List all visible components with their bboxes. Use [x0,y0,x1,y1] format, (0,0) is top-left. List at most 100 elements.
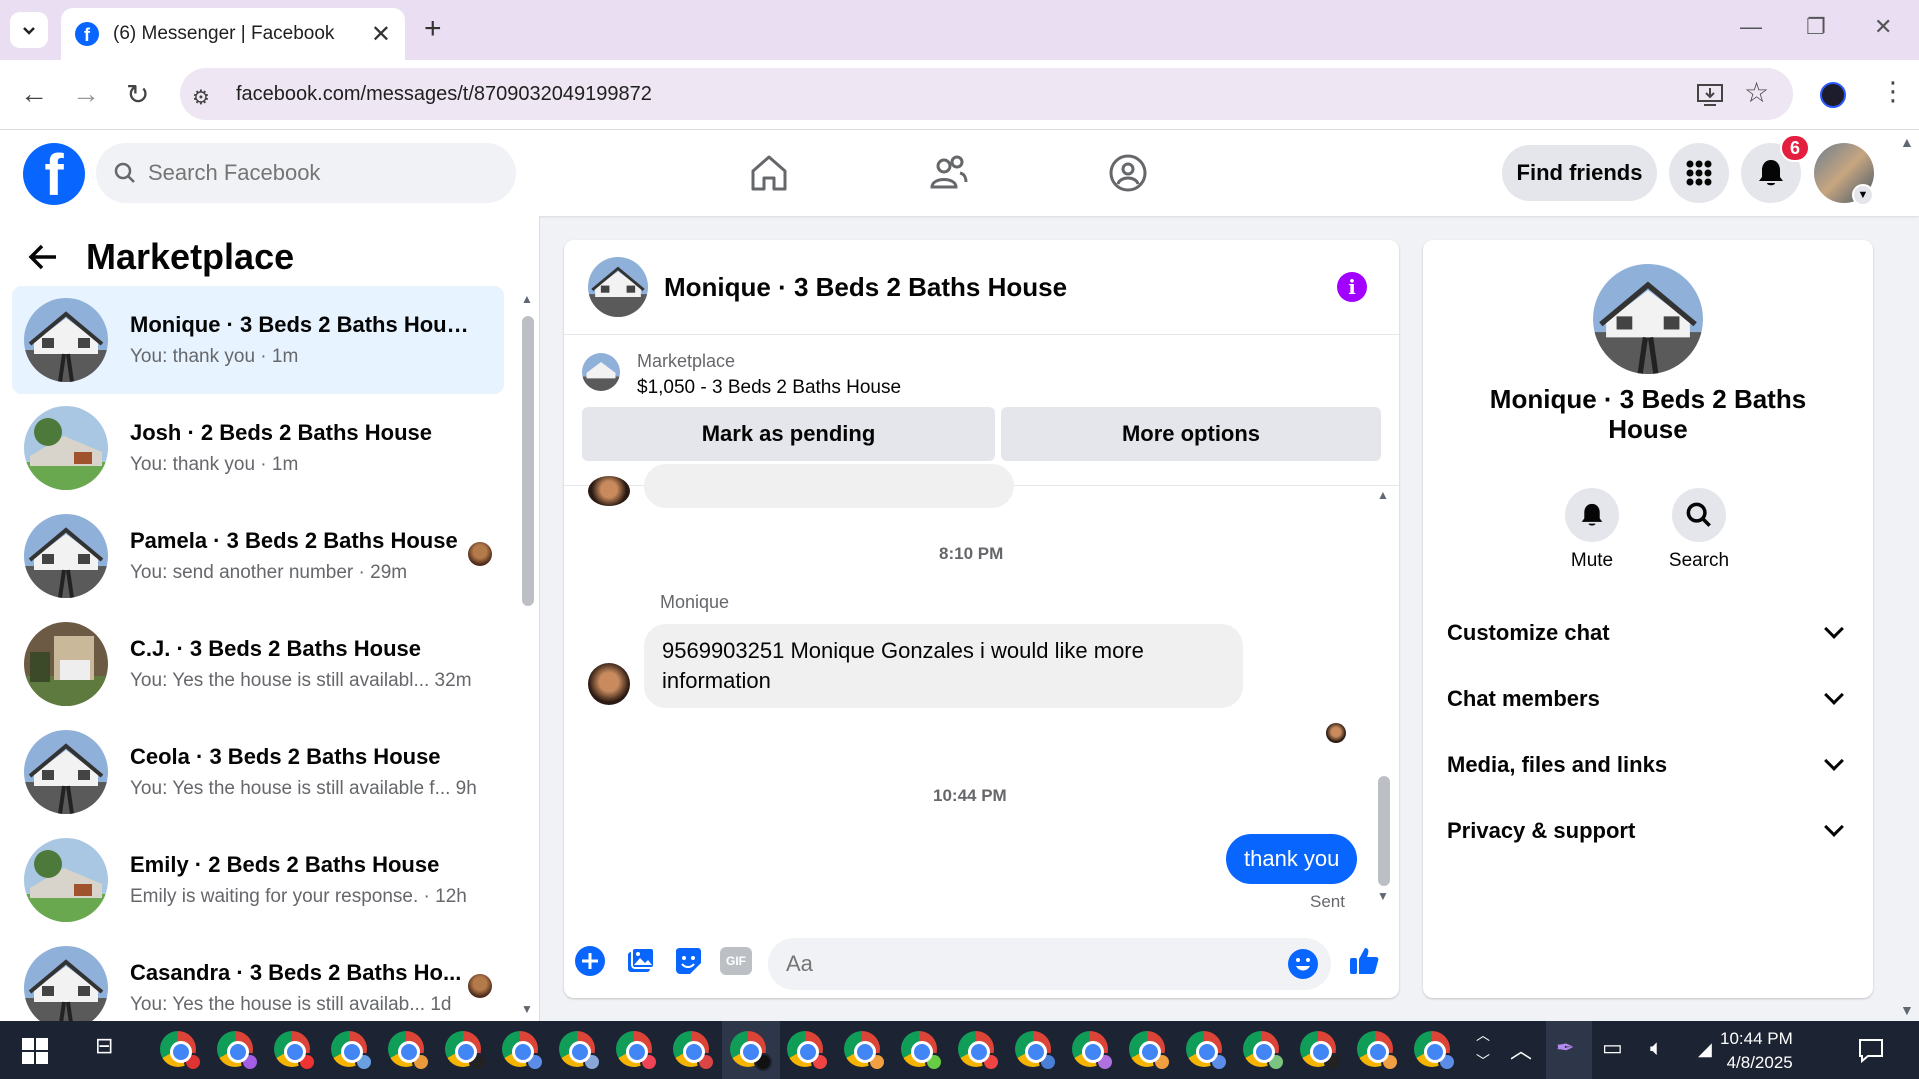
chrome-taskbar-app[interactable] [274,1031,316,1071]
chrome-taskbar-app[interactable] [1186,1031,1228,1071]
message-input-box[interactable] [768,938,1331,990]
facebook-search-box[interactable] [96,143,516,203]
chrome-taskbar-app[interactable] [958,1031,1000,1071]
browser-tab[interactable]: f (6) Messenger | Facebook ✕ [61,8,405,60]
address-bar[interactable]: facebook.com/messages/t/8709032049199872 [180,68,1793,120]
chrome-taskbar-app-active[interactable] [730,1031,772,1071]
chrome-taskbar-app[interactable] [616,1031,658,1071]
conversation-item[interactable]: Josh · 2 Beds 2 Baths House You: thank y… [12,394,504,502]
photo-icon[interactable] [624,945,656,977]
bookmark-star-icon[interactable]: ☆ [1744,76,1769,109]
outgoing-message-bubble[interactable]: thank you [1226,834,1358,884]
media-files-links-row[interactable]: Media, files and links [1447,740,1849,790]
conversation-item[interactable]: Ceola · 3 Beds 2 Baths House You: Yes th… [12,718,504,826]
page-scroll-down-icon[interactable]: ▼ [1900,1002,1914,1018]
chat-title[interactable]: Monique · 3 Beds 2 Baths House [664,272,1067,303]
scroll-up-arrow-icon[interactable]: ▲ [1377,488,1389,502]
show-hidden-icons-chevron-icon[interactable]: ︿ [1510,1033,1532,1065]
sticker-icon[interactable] [672,945,704,977]
friends-icon[interactable] [927,152,969,194]
scroll-up-arrow-icon[interactable]: ▲ [521,292,533,306]
conversation-item[interactable]: Monique · 3 Beds 2 Baths House You: than… [12,286,504,394]
tab-search-button[interactable] [10,12,48,48]
install-app-icon[interactable] [1696,82,1724,108]
mute-button[interactable]: Mute [1547,488,1637,572]
chat-scrollbar[interactable] [1378,776,1390,886]
listing-title[interactable]: $1,050 - 3 Beds 2 Baths House [637,377,901,399]
chat-avatar[interactable] [588,257,648,317]
chrome-taskbar-app[interactable] [1300,1031,1342,1071]
chrome-taskbar-app[interactable] [787,1031,829,1071]
sidebar-scrollbar[interactable] [522,316,534,606]
chrome-taskbar-app[interactable] [1357,1031,1399,1071]
forward-arrow-icon[interactable]: → [72,78,100,110]
reload-icon[interactable]: ↻ [126,78,149,111]
notification-center-icon[interactable] [1858,1037,1884,1063]
search-in-conversation-button[interactable]: Search [1654,488,1744,572]
menu-grid-button[interactable] [1669,143,1729,203]
info-icon[interactable]: i [1337,272,1367,302]
facebook-logo-icon[interactable]: f [23,143,85,205]
account-caret-icon[interactable]: ▼ [1852,184,1874,206]
taskbar-scroll-down-icon[interactable]: ﹀ [1476,1051,1490,1071]
site-info-icon[interactable]: ⚙ [192,85,210,110]
chrome-taskbar-app[interactable] [559,1031,601,1071]
close-window-icon[interactable]: ✕ [1874,14,1892,40]
chrome-taskbar-app[interactable] [388,1031,430,1071]
plus-circle-icon[interactable] [574,945,606,977]
contact-avatar[interactable] [1593,264,1703,374]
back-arrow-icon[interactable]: ← [20,78,48,110]
emoji-icon[interactable] [1287,948,1319,980]
chrome-taskbar-app[interactable] [673,1031,715,1071]
conversation-item[interactable]: Emily · 2 Beds 2 Baths House Emily is wa… [12,826,504,934]
task-view-icon[interactable]: ⊟ [95,1033,113,1059]
conversation-item[interactable]: C.J. · 3 Beds 2 Baths House You: Yes the… [12,610,504,718]
chrome-taskbar-app[interactable] [844,1031,886,1071]
mark-as-pending-button[interactable]: Mark as pending [582,407,995,461]
chrome-taskbar-app[interactable] [1243,1031,1285,1071]
battery-icon[interactable]: ▭ [1602,1035,1623,1061]
clock-date: 4/8/2025 [1726,1053,1793,1072]
restore-icon[interactable]: ❐ [1806,14,1826,40]
wifi-icon[interactable]: ◢ [1698,1039,1712,1060]
chrome-taskbar-app[interactable] [1072,1031,1114,1071]
home-icon[interactable] [748,152,790,194]
privacy-support-row[interactable]: Privacy & support [1447,806,1849,856]
browser-menu-icon[interactable]: ⋮ [1880,76,1906,107]
system-clock[interactable]: 10:44 PM 4/8/2025 [1720,1027,1793,1075]
chrome-taskbar-app[interactable] [1414,1031,1456,1071]
groups-icon[interactable] [1107,152,1149,194]
pen-icon[interactable]: ✒ [1556,1035,1574,1061]
chrome-taskbar-app[interactable] [1015,1031,1057,1071]
more-options-button[interactable]: More options [1001,407,1381,461]
taskbar-scroll-up-icon[interactable]: ︿ [1476,1025,1490,1045]
chrome-taskbar-app[interactable] [1129,1031,1171,1071]
incoming-message-bubble[interactable]: 9569903251 Monique Gonzales i would like… [644,624,1243,708]
windows-start-icon[interactable] [22,1038,48,1064]
tab-close-icon[interactable]: ✕ [371,20,391,49]
chrome-taskbar-app[interactable] [160,1031,202,1071]
chrome-taskbar-app[interactable] [901,1031,943,1071]
back-arrow-icon[interactable] [28,243,58,271]
volume-icon[interactable]: 🔈︎ [1650,1035,1663,1061]
thumbs-up-icon[interactable] [1348,945,1380,977]
page-scroll-up-icon[interactable]: ▲ [1900,134,1914,150]
chrome-taskbar-app[interactable] [502,1031,544,1071]
message-bubble[interactable] [644,464,1014,508]
conversation-item[interactable]: Casandra · 3 Beds 2 Baths Ho... You: Yes… [12,934,504,1021]
search-input[interactable] [148,160,478,186]
conversation-item[interactable]: Pamela · 3 Beds 2 Baths House You: send … [12,502,504,610]
chrome-taskbar-app[interactable] [217,1031,259,1071]
minimize-icon[interactable]: — [1740,14,1762,40]
message-input[interactable] [786,951,1256,977]
scroll-down-arrow-icon[interactable]: ▼ [521,1002,533,1016]
extension-icon[interactable] [1820,82,1846,108]
chrome-taskbar-app[interactable] [331,1031,373,1071]
chat-members-row[interactable]: Chat members [1447,674,1849,724]
new-tab-button[interactable]: + [424,12,442,46]
scroll-down-arrow-icon[interactable]: ▼ [1377,889,1389,903]
chrome-taskbar-app[interactable] [445,1031,487,1071]
customize-chat-row[interactable]: Customize chat [1447,608,1849,658]
gif-icon[interactable]: GIF [720,947,752,975]
find-friends-button[interactable]: Find friends [1502,145,1657,201]
